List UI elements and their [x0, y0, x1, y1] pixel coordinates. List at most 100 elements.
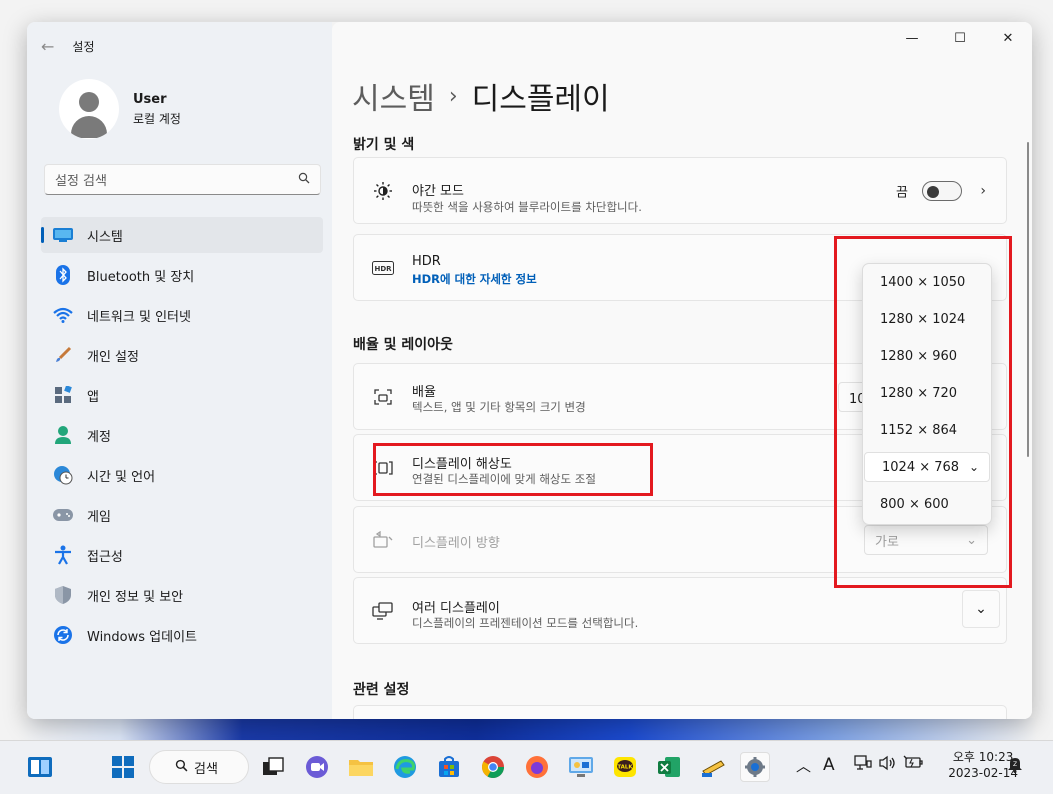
user-name: User [133, 91, 167, 107]
person-icon [53, 425, 73, 445]
edge-icon[interactable] [390, 752, 420, 782]
sidebar-item-windows-update[interactable]: Windows 업데이트 [41, 617, 323, 653]
gamepad-icon [53, 505, 73, 525]
chevron-up-icon[interactable]: ︿ [796, 755, 811, 776]
svg-text:TALK: TALK [617, 765, 633, 771]
scale-icon [372, 386, 394, 408]
maximize-button[interactable]: ☐ [936, 22, 984, 54]
avatar [59, 79, 119, 139]
desktop-edge [1037, 0, 1053, 740]
apps-icon [53, 385, 73, 405]
nav-list: 시스템 Bluetooth 및 장치 네트워크 및 인터넷 개인 설정 앱 계정… [41, 217, 323, 657]
chrome-icon[interactable] [478, 752, 508, 782]
globe-clock-icon [53, 465, 73, 485]
sidebar-item-gaming[interactable]: 게임 [41, 497, 323, 533]
close-button[interactable]: ✕ [984, 22, 1032, 54]
chevron-right-icon[interactable]: › [980, 183, 986, 199]
widgets-icon[interactable] [25, 752, 55, 782]
section-title-related: 관련 설정 [353, 682, 410, 698]
sidebar-item-accounts[interactable]: 계정 [41, 417, 323, 453]
shield-icon [53, 585, 73, 605]
sidebar-item-privacy[interactable]: 개인 정보 및 보안 [41, 577, 323, 613]
sidebar-item-time-language[interactable]: 시간 및 언어 [41, 457, 323, 493]
resolution-icon [372, 457, 394, 479]
user-account-type: 로컬 계정 [133, 111, 181, 126]
orientation-dropdown[interactable]: 가로 ⌄ [864, 525, 988, 555]
sidebar-item-label: Windows 업데이트 [87, 629, 198, 645]
kakaotalk-icon[interactable]: TALK [610, 752, 640, 782]
update-icon [53, 625, 73, 645]
network-icon[interactable] [854, 755, 872, 775]
settings-search-input[interactable]: 설정 검색 [44, 164, 321, 195]
resolution-title: 디스플레이 해상도 [412, 457, 512, 472]
sidebar-item-network[interactable]: 네트워크 및 인터넷 [41, 297, 323, 333]
taskbar: 검색 TALK ︿ A 오후 10:23 2023-02-14 Z [0, 740, 1053, 794]
night-mode-desc: 따뜻한 색을 사용하여 블루라이트를 차단합니다. [412, 200, 642, 214]
sidebar-item-label: 개인 정보 및 보안 [87, 589, 184, 605]
resolution-option[interactable]: 1400 × 1050 [863, 264, 991, 301]
chevron-down-icon: ⌄ [975, 601, 987, 617]
back-arrow-icon[interactable]: ← [41, 37, 54, 56]
multi-display-card[interactable]: 여러 디스플레이 디스플레이의 프레젠테이션 모드를 선택합니다. ⌄ [353, 577, 1007, 644]
night-mode-toggle[interactable] [922, 180, 962, 201]
ime-indicator[interactable]: A [823, 755, 835, 775]
resolution-option[interactable]: 1280 × 960 [863, 338, 991, 375]
multi-display-desc: 디스플레이의 프레젠테이션 모드를 선택합니다. [412, 616, 639, 630]
brush-icon [53, 345, 73, 365]
resolution-selected-value: 1024 × 768 [882, 459, 960, 475]
user-card[interactable]: User 로컬 계정 [59, 79, 181, 139]
resolution-option-selected[interactable]: 1024 × 768 ⌄ [864, 452, 990, 482]
resolution-desc: 연결된 디스플레이에 맞게 해상도 조절 [412, 472, 596, 486]
svg-text:Z: Z [1013, 761, 1017, 768]
expand-button[interactable]: ⌄ [962, 590, 1000, 628]
sidebar-item-label: 개인 설정 [87, 349, 139, 365]
resolution-option[interactable]: 1280 × 1024 [863, 301, 991, 338]
excel-icon[interactable] [654, 752, 684, 782]
sidebar-item-bluetooth[interactable]: Bluetooth 및 장치 [41, 257, 323, 293]
resolution-option[interactable]: 1280 × 720 [863, 375, 991, 412]
sidebar-item-personalization[interactable]: 개인 설정 [41, 337, 323, 373]
notification-icon[interactable]: Z [1007, 755, 1023, 777]
search-icon [175, 759, 188, 776]
firefox-icon[interactable] [522, 752, 552, 782]
sidebar-item-apps[interactable]: 앱 [41, 377, 323, 413]
night-mode-card[interactable]: 야간 모드 따뜻한 색을 사용하여 블루라이트를 차단합니다. 끔 › [353, 157, 1007, 224]
window-title: 설정 [72, 40, 95, 54]
orientation-title: 디스플레이 방향 [412, 536, 500, 551]
search-placeholder: 설정 검색 [55, 174, 107, 189]
start-icon[interactable] [108, 752, 138, 782]
related-card[interactable] [353, 705, 1007, 719]
window-controls: — ☐ ✕ [888, 22, 1032, 54]
file-explorer-icon[interactable] [346, 752, 376, 782]
breadcrumb-parent[interactable]: 시스템 [352, 74, 435, 118]
task-view-icon[interactable] [258, 752, 288, 782]
breadcrumb-separator: › [448, 83, 458, 109]
store-icon[interactable] [434, 752, 464, 782]
orientation-value: 가로 [875, 534, 899, 550]
minimize-button[interactable]: — [888, 22, 936, 54]
hdr-info-link[interactable]: HDR에 대한 자세한 정보 [412, 271, 537, 287]
desktop-edge [0, 0, 18, 740]
night-mode-title: 야간 모드 [412, 184, 464, 199]
sun-icon [372, 180, 394, 202]
remote-desktop-icon[interactable] [566, 752, 596, 782]
resolution-options-list: 1400 × 1050 1280 × 1024 1280 × 960 1280 … [862, 263, 992, 525]
resolution-option[interactable]: 800 × 600 [863, 486, 991, 523]
orientation-icon [372, 529, 394, 551]
app-tray-icon[interactable] [698, 752, 728, 782]
resolution-option[interactable]: 1152 × 864 [863, 412, 991, 449]
hdr-icon: HDR [372, 257, 394, 279]
monitor-icon [53, 225, 73, 245]
sidebar-item-accessibility[interactable]: 접근성 [41, 537, 323, 573]
sidebar-item-label: 계정 [87, 429, 111, 445]
battery-icon[interactable] [903, 755, 923, 773]
sidebar-item-system[interactable]: 시스템 [41, 217, 323, 253]
sidebar-item-label: 시간 및 언어 [87, 469, 156, 485]
breadcrumb: 시스템 › 디스플레이 [352, 74, 610, 118]
chat-icon[interactable] [302, 752, 332, 782]
scrollbar[interactable] [1027, 142, 1029, 457]
volume-icon[interactable] [879, 755, 897, 775]
settings-taskbar-icon[interactable] [740, 752, 770, 782]
taskbar-search[interactable]: 검색 [149, 750, 249, 784]
sidebar-item-label: 네트워크 및 인터넷 [87, 309, 191, 325]
